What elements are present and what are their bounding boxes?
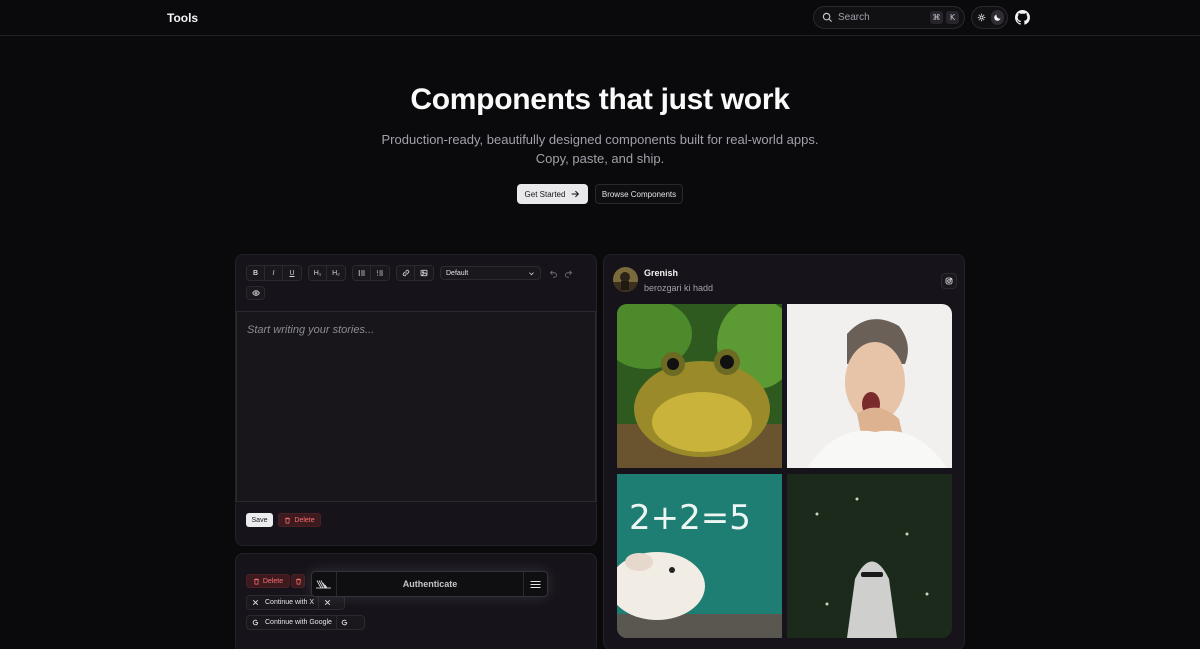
frog-image bbox=[617, 304, 782, 468]
instagram-icon bbox=[945, 277, 953, 285]
continue-with-x-label: Continue with X bbox=[265, 599, 315, 606]
authenticate-popover[interactable]: Authenticate bbox=[311, 571, 548, 597]
top-navbar: Tools Search ⌘ K bbox=[0, 0, 1200, 36]
avatar-image bbox=[613, 267, 638, 292]
continue-with-google-label: Continue with Google bbox=[265, 619, 332, 626]
heading-group: H₁ H₂ bbox=[308, 265, 346, 281]
theme-toggle[interactable] bbox=[971, 6, 1008, 29]
underline-button[interactable]: U bbox=[283, 266, 301, 280]
bullet-list-button[interactable] bbox=[353, 266, 371, 280]
history-group bbox=[549, 269, 573, 278]
delete-button[interactable]: Delete bbox=[278, 513, 321, 527]
striped-logo-icon bbox=[316, 580, 331, 589]
hero-subtitle-line-1: Production-ready, beautifully designed c… bbox=[381, 132, 819, 147]
x-logo-icon bbox=[252, 599, 258, 606]
delete-label: Delete bbox=[294, 516, 315, 524]
sheep-chalkboard-photo[interactable]: 2+2=5 bbox=[617, 474, 782, 638]
editor-toolbar: B I U H₁ H₂ Default bbox=[246, 265, 573, 281]
auth-logo bbox=[312, 572, 337, 596]
text-style-value: Default bbox=[446, 269, 469, 277]
hero-title: Components that just work bbox=[410, 83, 790, 116]
get-started-label: Get Started bbox=[524, 189, 566, 199]
image-button[interactable] bbox=[415, 266, 433, 280]
eye-icon bbox=[251, 290, 260, 296]
insert-group bbox=[396, 265, 434, 281]
hero-subtitle-line-2: Copy, paste, and ship. bbox=[535, 151, 665, 166]
format-group: B I U bbox=[246, 265, 302, 281]
menu-button[interactable] bbox=[523, 572, 547, 596]
command-key: ⌘ bbox=[930, 11, 943, 24]
browse-components-button[interactable]: Browse Components bbox=[595, 184, 683, 204]
heading-2-button[interactable]: H₂ bbox=[327, 266, 345, 280]
sheep-chalkboard-image: 2+2=5 bbox=[617, 474, 782, 638]
preview-button[interactable] bbox=[246, 286, 265, 300]
italic-button[interactable]: I bbox=[265, 266, 283, 280]
search-shortcut: ⌘ K bbox=[930, 11, 959, 24]
x-logo-icon bbox=[324, 599, 330, 606]
search-icon bbox=[822, 12, 833, 23]
delete-button[interactable]: Delete bbox=[246, 574, 290, 588]
undo-icon[interactable] bbox=[549, 269, 558, 278]
ghost-grass-photo[interactable] bbox=[787, 474, 952, 638]
get-started-button[interactable]: Get Started bbox=[517, 184, 588, 204]
text-style-select[interactable]: Default bbox=[440, 266, 541, 280]
heading-1-button[interactable]: H₁ bbox=[309, 266, 327, 280]
authenticate-title: Authenticate bbox=[402, 579, 458, 589]
continue-with-google-button[interactable]: Continue with Google bbox=[246, 615, 365, 630]
google-logo-icon bbox=[342, 619, 348, 626]
ordered-list-icon bbox=[376, 270, 383, 276]
brand-logo[interactable]: Tools bbox=[167, 11, 198, 25]
link-icon bbox=[402, 269, 409, 277]
image-icon bbox=[420, 269, 428, 277]
bullet-list-icon bbox=[358, 270, 365, 276]
search-button[interactable]: Search ⌘ K bbox=[813, 6, 965, 29]
delete-icon-button[interactable] bbox=[291, 574, 305, 588]
dark-theme-option[interactable] bbox=[990, 10, 1004, 25]
user-handle: berozgari ki hadd bbox=[644, 283, 714, 293]
yawning-man-image bbox=[787, 304, 952, 468]
sun-icon bbox=[978, 13, 986, 22]
bold-button[interactable]: B bbox=[247, 266, 265, 280]
social-post-card: Grenish berozgari ki hadd 2+2=5 bbox=[603, 254, 965, 649]
moon-icon bbox=[993, 14, 1001, 21]
link-button[interactable] bbox=[397, 266, 415, 280]
hamburger-menu-icon bbox=[530, 580, 541, 588]
k-key: K bbox=[946, 11, 959, 24]
frog-photo[interactable] bbox=[617, 304, 782, 468]
list-group bbox=[352, 265, 390, 281]
auth-buttons-card: Delete Continue with X Continue with Goo… bbox=[235, 553, 597, 649]
arrow-right-icon bbox=[572, 190, 580, 198]
user-name[interactable]: Grenish bbox=[644, 268, 678, 278]
redo-icon[interactable] bbox=[564, 269, 573, 278]
editor-placeholder: Start writing your stories... bbox=[247, 324, 375, 336]
ordered-list-button[interactable] bbox=[371, 266, 389, 280]
chevron-down-icon bbox=[529, 272, 534, 276]
avatar[interactable] bbox=[613, 267, 638, 292]
google-logo-icon bbox=[252, 619, 258, 626]
editor-text-area[interactable]: Start writing your stories... bbox=[236, 311, 596, 502]
rich-text-editor-card: B I U H₁ H₂ Default Start writing your s… bbox=[235, 254, 597, 546]
light-theme-option[interactable] bbox=[975, 10, 989, 25]
trash-icon bbox=[253, 578, 259, 584]
trash-icon bbox=[285, 517, 291, 523]
github-icon[interactable] bbox=[1015, 10, 1030, 25]
trash-icon bbox=[295, 578, 301, 584]
ghost-grass-image bbox=[787, 474, 952, 638]
browse-components-label: Browse Components bbox=[601, 189, 677, 199]
photo-grid: 2+2=5 bbox=[617, 304, 952, 638]
delete-label: Delete bbox=[262, 577, 284, 585]
hero-subtitle: Production-ready, beautifully designed c… bbox=[0, 130, 1200, 168]
continue-with-x-button[interactable]: Continue with X bbox=[246, 595, 345, 610]
yawning-man-photo[interactable] bbox=[787, 304, 952, 468]
search-placeholder: Search bbox=[838, 12, 870, 23]
save-button[interactable]: Save bbox=[246, 513, 273, 527]
instagram-button[interactable] bbox=[941, 273, 957, 289]
chalk-equation: 2+2=5 bbox=[629, 498, 751, 538]
